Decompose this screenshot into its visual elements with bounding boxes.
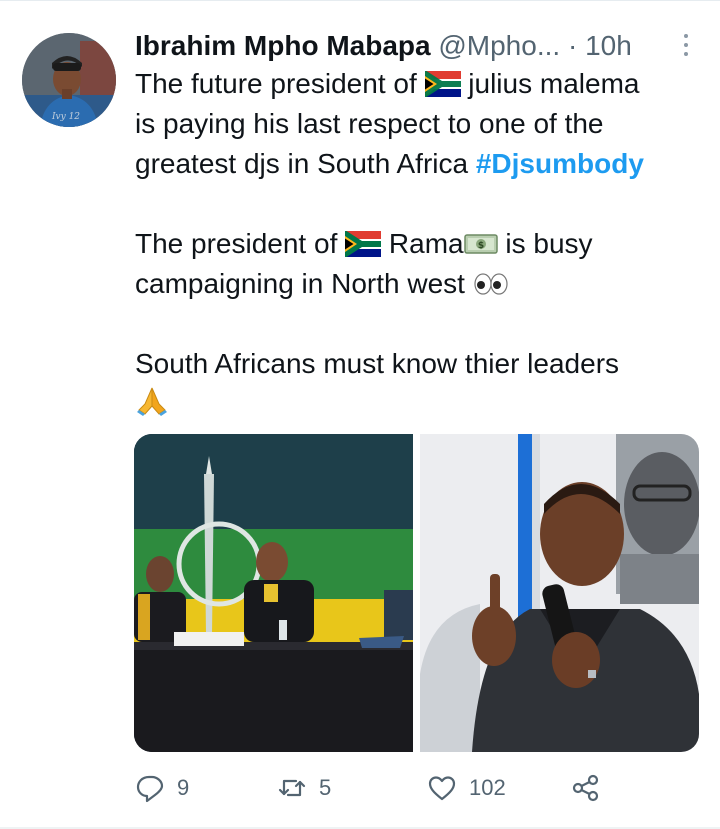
heart-icon [428, 776, 456, 801]
dollar-banknote-icon: $ [463, 234, 498, 254]
author-handle[interactable]: @Mpho... [438, 30, 560, 61]
svg-text:$: $ [477, 241, 483, 251]
south-africa-flag-icon [345, 231, 382, 257]
author-name[interactable]: Ibrahim Mpho Mabapa [135, 30, 431, 61]
svg-text:Ivy 12: Ivy 12 [51, 112, 80, 122]
text-segment: greatest djs in South Africa [135, 148, 469, 179]
avatar-photo: Ivy 12 [22, 33, 116, 127]
text-segment: South Africans must know thier leaders [135, 348, 620, 379]
hashtag-link[interactable]: #Djsumbody [476, 148, 644, 179]
more-options-icon[interactable] [676, 28, 696, 62]
media-photo-right[interactable] [420, 434, 699, 752]
tweet-time[interactable]: 10h [585, 30, 632, 61]
text-segment: campaigning in North west [135, 268, 465, 299]
text-segment: The future president of [135, 68, 417, 99]
reply-count: 9 [177, 775, 190, 800]
text-segment: The president of [135, 228, 338, 259]
text-segment: julius malema [468, 68, 640, 99]
folded-hands-icon [137, 387, 167, 416]
top-divider [0, 0, 720, 1]
reply-icon [136, 775, 164, 803]
reply-button[interactable]: 9 [135, 768, 189, 808]
tweet-text-line-2: is paying his last respect to one of the [135, 104, 705, 144]
text-segment: Rama [388, 228, 464, 259]
text-segment: is paying his last respect to one of the [135, 108, 604, 139]
tweet-media [134, 434, 699, 752]
text-segment: is busy [505, 228, 593, 259]
eyes-icon [474, 273, 508, 295]
retweet-count: 5 [319, 775, 332, 800]
tweet-header: Ibrahim Mpho Mabapa @Mpho... · 10h [135, 24, 705, 68]
share-button[interactable] [571, 768, 601, 808]
tweet-text-line-1: The future president of julius malema [135, 64, 705, 104]
like-button[interactable]: 102 [427, 768, 506, 808]
tweet-text-line-6: South Africans must know thier leaders [135, 344, 705, 384]
avatar[interactable]: Ivy 12 [22, 33, 116, 127]
retweet-button[interactable]: 5 [277, 768, 331, 808]
tweet-actions: 9 5 102 [135, 768, 705, 808]
tweet-text-line-3: greatest djs in South Africa #Djsumbody [135, 144, 705, 184]
south-africa-flag-icon [424, 71, 461, 97]
media-photo-left[interactable] [134, 434, 413, 752]
retweet-icon [278, 779, 306, 797]
tweet-text-line-4: The president of Rama $ is busy [135, 224, 705, 264]
like-count: 102 [469, 775, 506, 800]
separator-dot: · [567, 30, 578, 61]
tweet-text-line-5: campaigning in North west [135, 264, 705, 304]
meeting-photo [134, 434, 413, 752]
share-icon [572, 774, 599, 802]
tweet-text-line-7 [135, 384, 705, 427]
speaker-photo [420, 434, 699, 752]
